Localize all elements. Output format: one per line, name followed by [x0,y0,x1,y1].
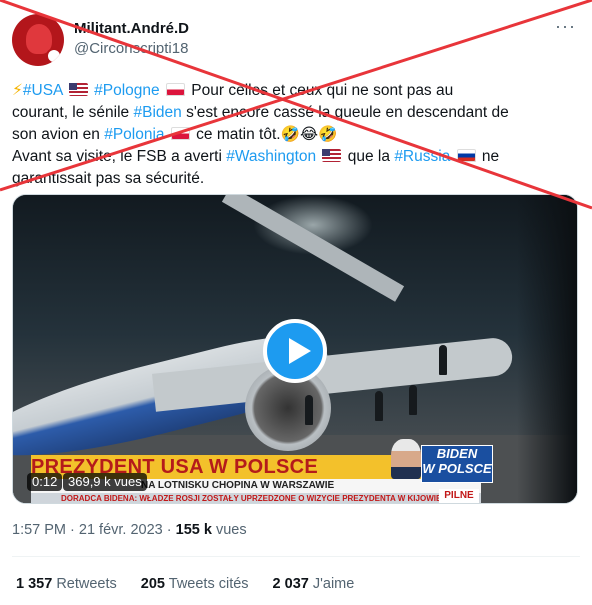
video-duration: 0:12 [27,473,63,491]
us-flag-icon [68,83,88,96]
tweet-text-segment: son avion en [12,126,105,143]
tweet-line-2: courant, le sénile #Biden s'est encore c… [12,102,582,124]
tweet-meta: 1:57 PM · 21 févr. 2023 · 155 k vues [12,522,247,538]
tweet-line-3: son avion en #Polonia ce matin tôt.🤣😂🤣 [12,124,582,146]
tweet-header: Militant.André.D @Circonscripti18 ··· [12,14,580,74]
quotes-label: Tweets cités [168,576,249,592]
breaking-label: PILNE [439,489,479,503]
tweet-text: ⚡#USA #Pologne Pour celles et ceux qui n… [12,80,582,190]
author-handle[interactable]: @Circonscripti18 [74,40,188,57]
tweet-text-segment: ne [477,148,500,165]
retweets-label: Retweets [56,576,117,592]
play-button[interactable] [263,319,327,383]
person-figure [375,391,383,421]
hashtag-washington[interactable]: #Washington [226,148,316,165]
tweet-text-segment: Pour celles et ceux qui ne sont pas au [186,82,454,99]
tweet-line-5: garantissait pas sa sécurité. [12,168,582,190]
laughing-emoji: 🤣😂🤣 [280,126,338,143]
person-figure [439,345,447,375]
news-logo: BIDEN W POLSCE [421,445,493,483]
tweet-text-segment: courant, le sénile [12,104,134,121]
tweet-line-1: ⚡#USA #Pologne Pour celles et ceux qui n… [12,80,582,102]
news-logo-line1: BIDEN [436,446,478,461]
author-display-name[interactable]: Militant.André.D [74,20,189,37]
lightning-emoji: ⚡ [12,82,23,99]
news-ticker: DORADCA BIDENA: WŁADZE ROSJI ZOSTAŁY UPR… [31,493,481,503]
tweet-text-segment: ce matin tôt. [191,126,281,143]
poland-flag-icon [165,83,185,96]
poland-flag-icon [170,127,190,140]
video-views: 369,9 k vues [63,473,147,491]
tweet-text-segment: s'est encore cassé la gueule en descenda… [181,104,509,121]
divider [12,556,580,557]
retweets-stat[interactable]: 1 357 Retweets [16,576,117,592]
avatar-badge-icon [46,48,62,64]
views-count: 155 k [175,522,212,538]
likes-label: J'aime [312,576,355,592]
tweet-text-segment: garantissait pas sa sécurité. [12,170,205,187]
likes-count: 2 037 [272,576,309,592]
video-player[interactable]: PREZYDENT USA W POLSCE NA LOTNISKU CHOPI… [12,194,578,504]
tweet-line-4: Avant sa visite, le FSB a averti #Washin… [12,146,582,168]
quotes-stat[interactable]: 205 Tweets cités [141,576,249,592]
quotes-count: 205 [140,576,165,592]
timestamp[interactable]: 1:57 PM · 21 févr. 2023 · [12,522,176,538]
news-logo-line2: W POLSCE [422,461,492,476]
russia-flag-icon [456,149,476,162]
avatar[interactable] [12,14,64,66]
us-flag-icon [322,149,342,162]
video-dark-edge [517,195,577,503]
hashtag-pologne[interactable]: #Pologne [94,82,160,99]
retweets-count: 1 357 [16,576,53,592]
person-figure [305,395,313,425]
hashtag-usa[interactable]: #USA [23,82,63,99]
tweet-text-segment: Avant sa visite, le FSB a averti [12,148,227,165]
tweet-stats: 1 357 Retweets 205 Tweets cités 2 037 J'ai… [16,576,354,592]
hashtag-biden[interactable]: #Biden [134,104,182,121]
tweet-text-segment: que la [343,148,395,165]
ellipsis-icon[interactable]: ··· [555,16,576,37]
airplane-wing [152,336,515,412]
hashtag-polonia[interactable]: #Polonia [104,126,164,143]
likes-stat[interactable]: 2 037 J'aime [273,576,355,592]
views-label: vues [211,522,247,538]
person-figure [409,385,417,415]
hashtag-russia[interactable]: #Russia [394,148,450,165]
inset-portrait [391,439,421,479]
